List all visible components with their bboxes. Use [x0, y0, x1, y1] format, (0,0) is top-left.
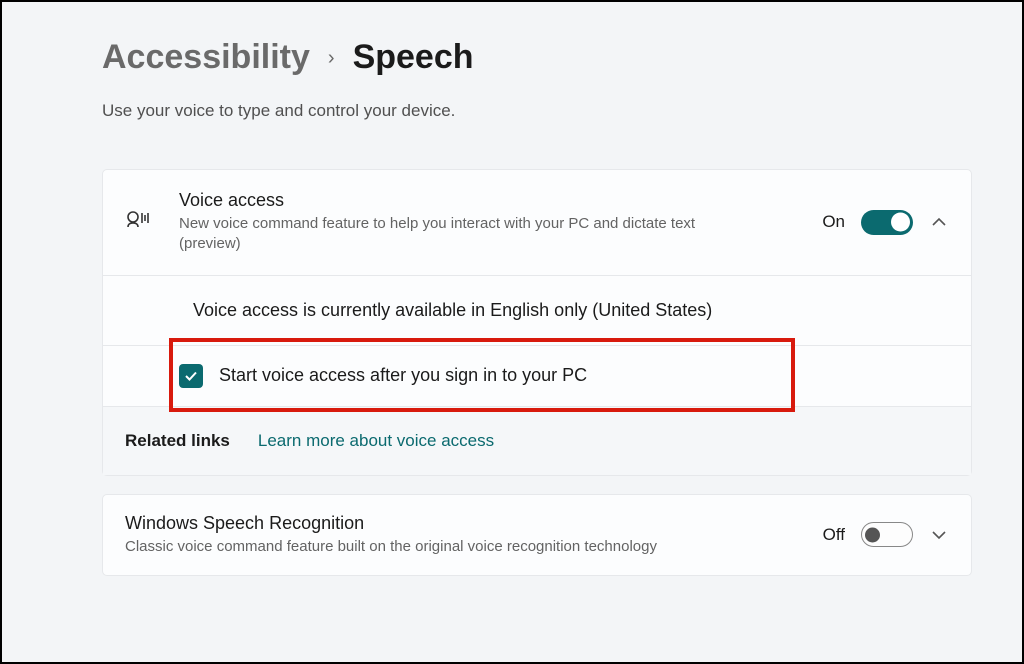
breadcrumb-current: Speech	[353, 38, 474, 77]
page-description: Use your voice to type and control your …	[102, 101, 972, 121]
voice-access-availability: Voice access is currently available in E…	[103, 276, 971, 346]
microphone-icon	[125, 209, 179, 235]
voice-access-card: Voice access New voice command feature t…	[102, 169, 972, 476]
start-after-signin-checkbox[interactable]	[179, 364, 203, 388]
speech-recognition-subtitle: Classic voice command feature built on t…	[125, 537, 695, 557]
chevron-up-icon[interactable]	[929, 217, 949, 227]
availability-text: Voice access is currently available in E…	[193, 300, 712, 320]
breadcrumb-parent[interactable]: Accessibility	[102, 38, 310, 77]
speech-recognition-toggle-label: Off	[823, 525, 845, 545]
speech-recognition-row[interactable]: Windows Speech Recognition Classic voice…	[103, 495, 971, 575]
speech-recognition-title: Windows Speech Recognition	[125, 513, 823, 534]
speech-recognition-card: Windows Speech Recognition Classic voice…	[102, 494, 972, 576]
voice-access-toggle-label: On	[822, 212, 845, 232]
related-links-row: Related links Learn more about voice acc…	[103, 407, 971, 475]
start-after-signin-label: Start voice access after you sign in to …	[219, 365, 587, 386]
related-links-label: Related links	[125, 431, 230, 451]
learn-more-link[interactable]: Learn more about voice access	[258, 431, 494, 451]
chevron-down-icon[interactable]	[929, 530, 949, 540]
voice-access-subtitle: New voice command feature to help you in…	[179, 214, 749, 255]
chevron-right-icon: ›	[328, 47, 335, 70]
start-after-signin-row[interactable]: Start voice access after you sign in to …	[103, 346, 971, 407]
speech-recognition-toggle[interactable]	[861, 522, 913, 547]
voice-access-row[interactable]: Voice access New voice command feature t…	[103, 170, 971, 276]
breadcrumb: Accessibility › Speech	[102, 38, 972, 77]
voice-access-toggle[interactable]	[861, 210, 913, 235]
voice-access-title: Voice access	[179, 190, 822, 211]
